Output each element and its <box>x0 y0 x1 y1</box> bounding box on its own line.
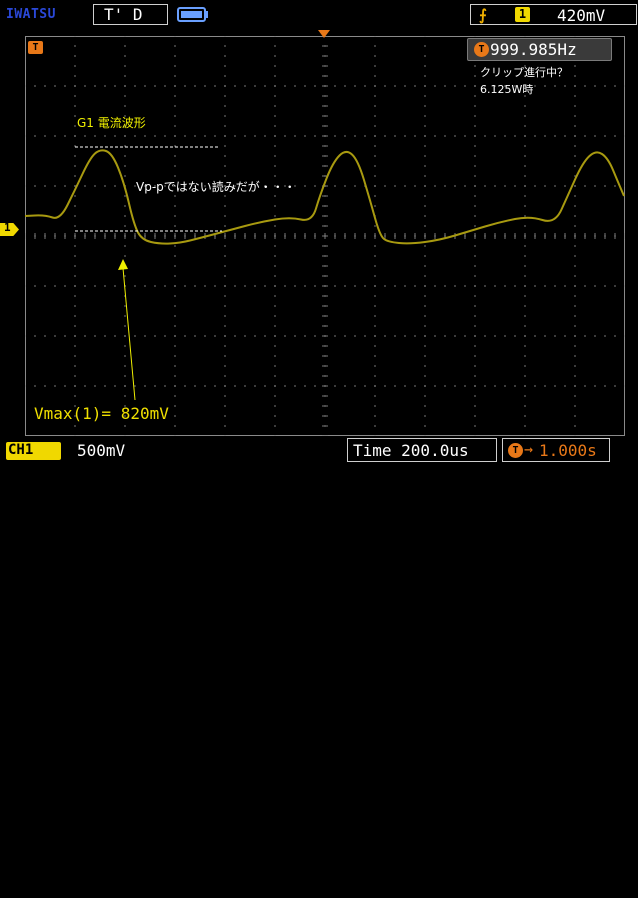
note-title: G1 電流波形 <box>77 116 146 130</box>
trigger-freq-icon: T <box>474 42 489 57</box>
frequency-value: 999.985Hz <box>490 40 577 59</box>
note-power: 6.125W時 <box>480 83 534 96</box>
channel1-label: CH1 <box>8 442 34 458</box>
annotation-arrow-line <box>122 267 136 401</box>
note-vpp: Vp-pではない読みだが・・・ <box>136 180 296 194</box>
trigger-delay-value: 1.000s <box>539 441 597 460</box>
arrow-right-icon: → <box>524 440 534 458</box>
measurement-vmax: Vmax(1)= 820mV <box>34 404 169 423</box>
channel1-waveform-trace <box>24 149 625 245</box>
trigger-delay-icon: T <box>508 443 523 458</box>
dc-coupling-icon <box>46 889 62 898</box>
frequency-readout: T 999.985Hz <box>467 38 612 61</box>
channel1-badge[interactable]: CH1 <box>6 442 62 896</box>
timebase-box[interactable]: Time 200.0us <box>347 438 497 462</box>
volts-per-div[interactable]: 500mV <box>77 441 125 460</box>
timebase-value: Time 200.0us <box>353 441 469 460</box>
annotation-arrowhead <box>118 259 128 270</box>
note-clip: クリップ進行中？ <box>480 66 568 79</box>
trigger-delay-box[interactable]: T → 1.000s <box>502 438 610 462</box>
